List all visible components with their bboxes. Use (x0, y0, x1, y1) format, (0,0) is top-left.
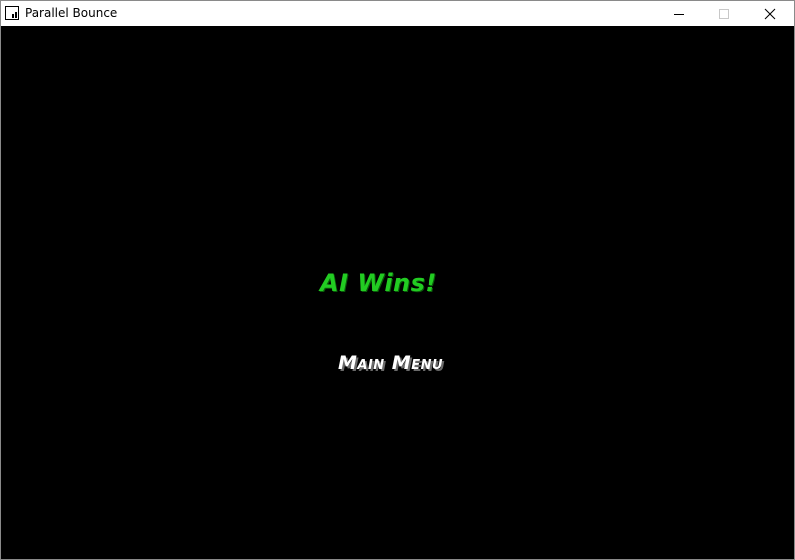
main-menu-button[interactable]: Main Menu (338, 350, 443, 376)
minimize-button[interactable] (656, 1, 702, 26)
close-icon (764, 8, 776, 19)
game-result-text: AI Wins! (320, 269, 437, 297)
maximize-button[interactable] (701, 1, 747, 26)
maximize-icon (719, 8, 729, 19)
game-canvas[interactable]: AI Wins! Main Menu (1, 26, 794, 559)
close-button[interactable] (747, 1, 793, 26)
title-bar[interactable]: Parallel Bounce (1, 1, 794, 26)
minimize-icon (674, 13, 684, 15)
app-window: Parallel Bounce AI Wins! Main Menu (0, 0, 795, 560)
window-title: Parallel Bounce (25, 6, 118, 20)
app-window-icon (5, 6, 19, 20)
